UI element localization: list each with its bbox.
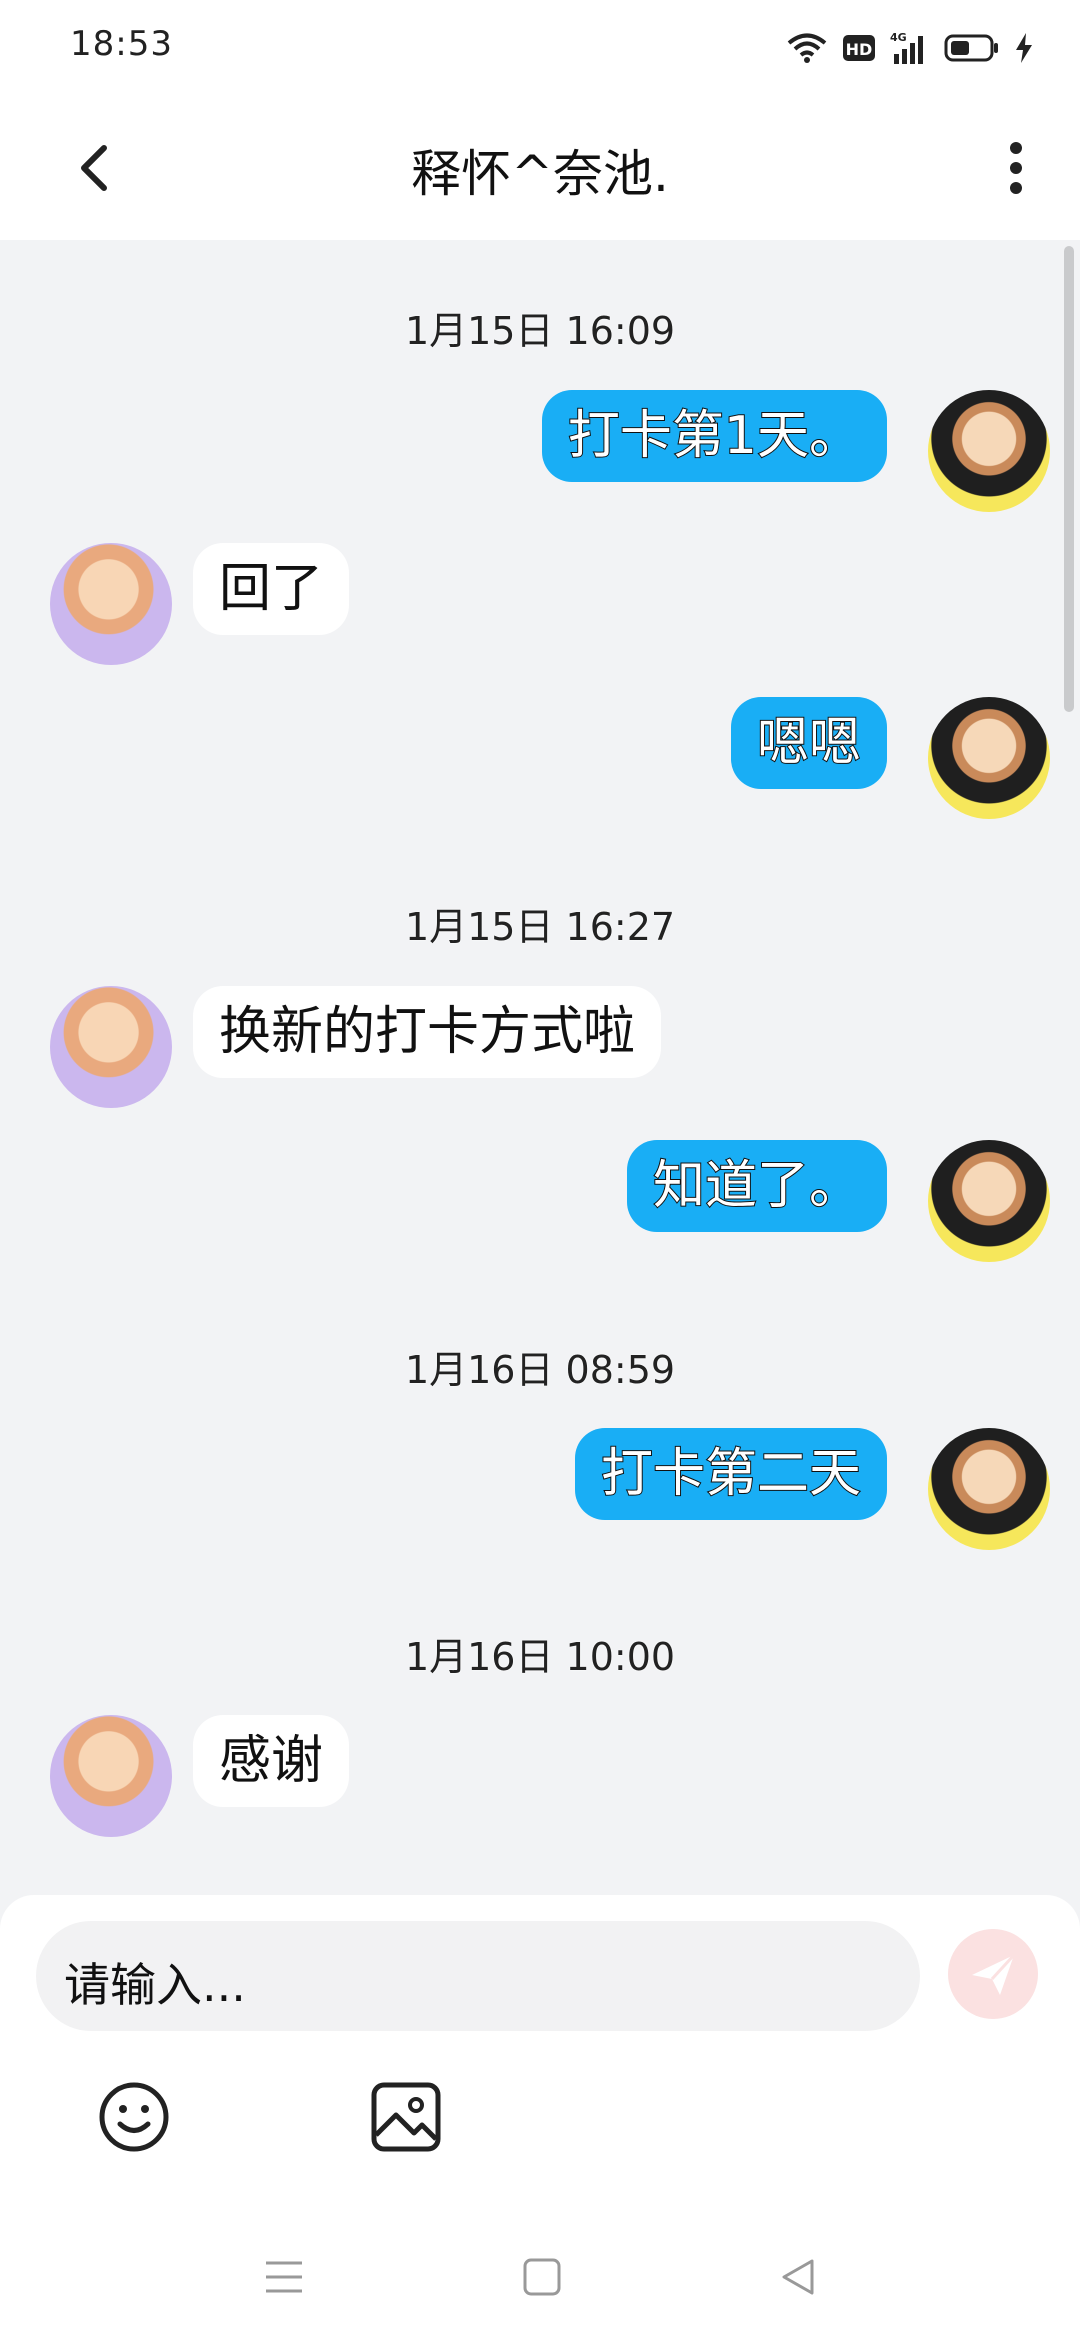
emoji-button[interactable] xyxy=(96,2079,172,2155)
nav-back-button[interactable] xyxy=(778,2257,818,2301)
system-navigation-bar xyxy=(0,2175,1080,2340)
message-timestamp: 1月16日 08:59 xyxy=(404,1348,676,1392)
message-bubble-sent[interactable]: 打卡第二天 xyxy=(574,1428,887,1520)
hd-icon: HD xyxy=(842,32,876,64)
my-avatar[interactable] xyxy=(928,1428,1050,1550)
my-avatar[interactable] xyxy=(928,1140,1050,1262)
my-avatar[interactable] xyxy=(928,390,1050,512)
message-bubble-received[interactable]: 换新的打卡方式啦 xyxy=(193,986,662,1078)
message-bubble-sent[interactable]: 知道了。 xyxy=(626,1140,887,1232)
home-square-icon xyxy=(523,2258,561,2296)
battery-icon xyxy=(944,32,1000,64)
wifi-icon xyxy=(786,32,828,64)
svg-text:HD: HD xyxy=(846,40,873,59)
more-options-button[interactable] xyxy=(988,136,1044,200)
more-vertical-icon xyxy=(1010,142,1022,194)
nav-home-button[interactable] xyxy=(522,2257,562,2301)
message-bubble-received[interactable]: 感谢 xyxy=(193,1715,350,1807)
message-bubble-sent[interactable]: 打卡第1天。 xyxy=(541,390,887,482)
image-icon xyxy=(371,2082,441,2152)
contact-avatar[interactable] xyxy=(50,543,172,665)
emoji-icon xyxy=(99,2082,169,2152)
send-button[interactable] xyxy=(948,1929,1038,2019)
status-bar: 18:53 HD 4G xyxy=(0,0,1080,96)
back-triangle-icon xyxy=(782,2259,814,2295)
send-icon xyxy=(972,1953,1016,1995)
message-composer: 请输入... xyxy=(0,1895,1080,2175)
message-timestamp: 1月15日 16:09 xyxy=(404,309,676,353)
status-time: 18:53 xyxy=(70,24,173,64)
nav-recents-button[interactable] xyxy=(264,2259,304,2299)
network-type-text: 4G xyxy=(890,31,907,44)
message-timestamp: 1月16日 10:00 xyxy=(404,1635,676,1679)
chat-header: 释怀^奈池. xyxy=(0,96,1080,240)
message-bubble-sent[interactable]: 嗯嗯 xyxy=(730,697,887,789)
contact-avatar[interactable] xyxy=(50,986,172,1108)
status-icons: HD 4G xyxy=(786,28,1034,68)
my-avatar[interactable] xyxy=(928,697,1050,819)
message-bubble-received[interactable]: 回了 xyxy=(193,543,350,635)
image-button[interactable] xyxy=(368,2079,444,2155)
message-list[interactable]: 1月15日 16:09 打卡第1天。 回了 嗯嗯 1月15日 16:27 换新的… xyxy=(0,240,1080,1895)
contact-avatar[interactable] xyxy=(50,1715,172,1837)
message-input[interactable]: 请输入... xyxy=(36,1921,920,2031)
signal-icon: 4G xyxy=(890,30,930,66)
message-timestamp: 1月15日 16:27 xyxy=(404,905,676,949)
chat-title: 释怀^奈池. xyxy=(411,145,669,203)
message-input-placeholder: 请输入... xyxy=(64,1958,246,2012)
charging-icon xyxy=(1014,32,1034,64)
menu-icon xyxy=(266,2261,302,2293)
